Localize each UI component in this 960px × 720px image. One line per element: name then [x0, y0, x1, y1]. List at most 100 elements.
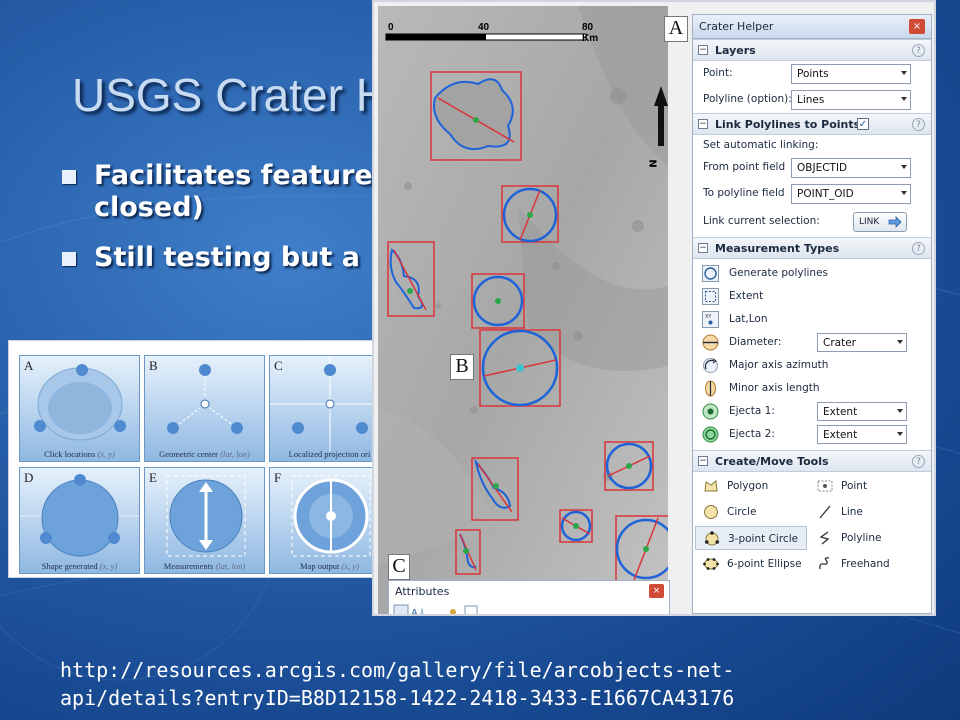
circle-icon: [704, 505, 718, 519]
scale-label: 0: [388, 22, 394, 33]
source-url-link[interactable]: http://resources.arcgis.com/gallery/file…: [60, 656, 734, 712]
panel-letter-a: A: [664, 16, 688, 42]
ejecta-2-select[interactable]: Extent: [817, 425, 907, 444]
arcmap-screenshot: 0 40 80 Km N A B C Crater Helper × − Lay…: [372, 0, 936, 616]
diameter-icon: [702, 334, 719, 351]
scale-labels: 0 40 80 Km: [384, 22, 604, 44]
diagram-caption: Localized projection ori: [288, 449, 371, 459]
tool-polygon[interactable]: Polygon: [695, 474, 807, 498]
section-label: Measurement Types: [715, 242, 840, 255]
field-label: Polyline (option):: [703, 93, 792, 105]
line-icon: [819, 505, 831, 519]
measurement-item[interactable]: XY Lat,Lon: [693, 308, 931, 331]
help-icon[interactable]: ?: [912, 455, 925, 468]
help-icon[interactable]: ?: [912, 118, 925, 131]
ejecta-1-select[interactable]: Extent: [817, 402, 907, 421]
tool-freehand[interactable]: Freehand: [809, 552, 921, 576]
diagram-caption: Measurements (lat, lon): [163, 561, 246, 571]
tool-six-point-ellipse[interactable]: 6-point Ellipse: [695, 552, 807, 576]
help-icon[interactable]: ?: [912, 44, 925, 57]
point-layer-select[interactable]: Points: [791, 64, 911, 84]
link-subtitle-row: Set automatic linking:: [693, 135, 931, 155]
chevron-down-icon: [897, 340, 903, 344]
collapse-icon[interactable]: −: [698, 45, 708, 55]
diagram-caption: Geometric center (lat, lon): [159, 449, 250, 459]
bullet-text: Still testing but a: [94, 242, 360, 273]
diagram-cell-b: B Geometric center (lat, lon): [144, 355, 265, 462]
latlon-icon: XY: [702, 311, 719, 328]
scale-label: 80 Km: [582, 22, 599, 44]
minor-axis-icon: [705, 380, 716, 397]
generate-polylines-icon: [702, 265, 719, 282]
diagram-caption: Shape generated (x, y): [41, 561, 118, 571]
measurement-item[interactable]: Major axis azimuth: [693, 354, 931, 377]
chevron-down-icon: [897, 432, 903, 436]
collapse-icon[interactable]: −: [698, 243, 708, 253]
svg-text:XY: XY: [705, 314, 712, 320]
diagram-cell-f: F Map output (x, y): [269, 467, 377, 574]
section-link-header[interactable]: − Link Polylines to Points ✓ ?: [693, 113, 931, 135]
diagram-cell-e: E Measurements (lat, lon): [144, 467, 265, 574]
section-tools-header[interactable]: − Create/Move Tools ?: [693, 450, 931, 472]
measurement-item[interactable]: Ejecta 2: Extent: [693, 423, 931, 446]
measurement-item[interactable]: Extent: [693, 285, 931, 308]
polyline-layer-select[interactable]: Lines: [791, 90, 911, 110]
north-label: N: [646, 159, 658, 168]
link-subtitle: Set automatic linking:: [703, 139, 819, 151]
extent-icon: [702, 288, 719, 305]
attributes-toolbar[interactable]: A↓: [393, 603, 493, 616]
tool-three-point-circle[interactable]: 3-point Circle: [695, 526, 807, 550]
collapse-icon[interactable]: −: [698, 119, 708, 129]
chevron-down-icon: [901, 191, 907, 195]
arrow-right-icon: [888, 216, 902, 228]
measurements-icon: [166, 475, 246, 557]
point-layer-row: Point: Points: [693, 61, 931, 87]
tool-line[interactable]: Line: [809, 500, 921, 524]
ejecta-2-icon: [702, 426, 719, 443]
from-point-field-select[interactable]: OBJECTID: [791, 158, 911, 178]
diagram-letter: E: [149, 470, 157, 485]
panel-titlebar[interactable]: Crater Helper ×: [693, 15, 931, 39]
crater-map-canvas: [378, 6, 668, 614]
three-point-circle-icon: [705, 531, 719, 546]
point-icon: [817, 480, 833, 492]
chevron-down-icon: [901, 165, 907, 169]
freehand-icon: [819, 557, 830, 570]
geometric-center-icon: [167, 364, 243, 434]
diagram-letter: F: [274, 470, 282, 485]
panel-letter-c: C: [388, 554, 410, 580]
link-enabled-checkbox[interactable]: ✓: [857, 118, 869, 130]
link-button[interactable]: LINK: [853, 212, 907, 232]
help-icon[interactable]: ?: [912, 242, 925, 255]
measurement-item[interactable]: Ejecta 1: Extent: [693, 400, 931, 423]
section-measurement-header[interactable]: − Measurement Types ?: [693, 237, 931, 259]
measurement-item[interactable]: Minor axis length: [693, 377, 931, 400]
diameter-select[interactable]: Crater: [817, 333, 907, 352]
tool-point[interactable]: Point: [809, 474, 921, 498]
tool-circle[interactable]: Circle: [695, 500, 807, 524]
from-field-row: From point field OBJECTID: [693, 155, 931, 181]
shape-generated-icon: [20, 474, 139, 557]
map-view[interactable]: 0 40 80 Km N: [378, 6, 668, 614]
link-selection-row: Link current selection: LINK: [693, 207, 931, 237]
diagram-letter: C: [274, 358, 283, 373]
crater-helper-panel: Crater Helper × − Layers ? Point: Points…: [692, 14, 932, 614]
section-layers-header[interactable]: − Layers ?: [693, 39, 931, 61]
diagram-letter: A: [24, 358, 34, 373]
ejecta-1-icon: [702, 403, 719, 420]
field-label: To polyline field: [703, 187, 785, 199]
diagram-caption: Map output (x, y): [299, 561, 360, 571]
measurement-item[interactable]: Generate polylines: [693, 262, 931, 285]
to-polyline-field-select[interactable]: POINT_OID: [791, 184, 911, 204]
close-icon[interactable]: ×: [649, 584, 664, 598]
diagram-letter: B: [149, 358, 158, 373]
measurement-item[interactable]: Diameter: Crater: [693, 331, 931, 354]
collapse-icon[interactable]: −: [698, 456, 708, 466]
panel-letter-b: B: [450, 354, 474, 380]
section-label: Link Polylines to Points: [715, 118, 861, 131]
close-icon[interactable]: ×: [909, 19, 925, 34]
bullet-item: Still testing but a: [62, 242, 392, 274]
bullet-item: Facilitates feature closed): [62, 160, 392, 224]
polyline-layer-row: Polyline (option): Lines: [693, 87, 931, 113]
tool-polyline[interactable]: Polyline: [809, 526, 921, 550]
